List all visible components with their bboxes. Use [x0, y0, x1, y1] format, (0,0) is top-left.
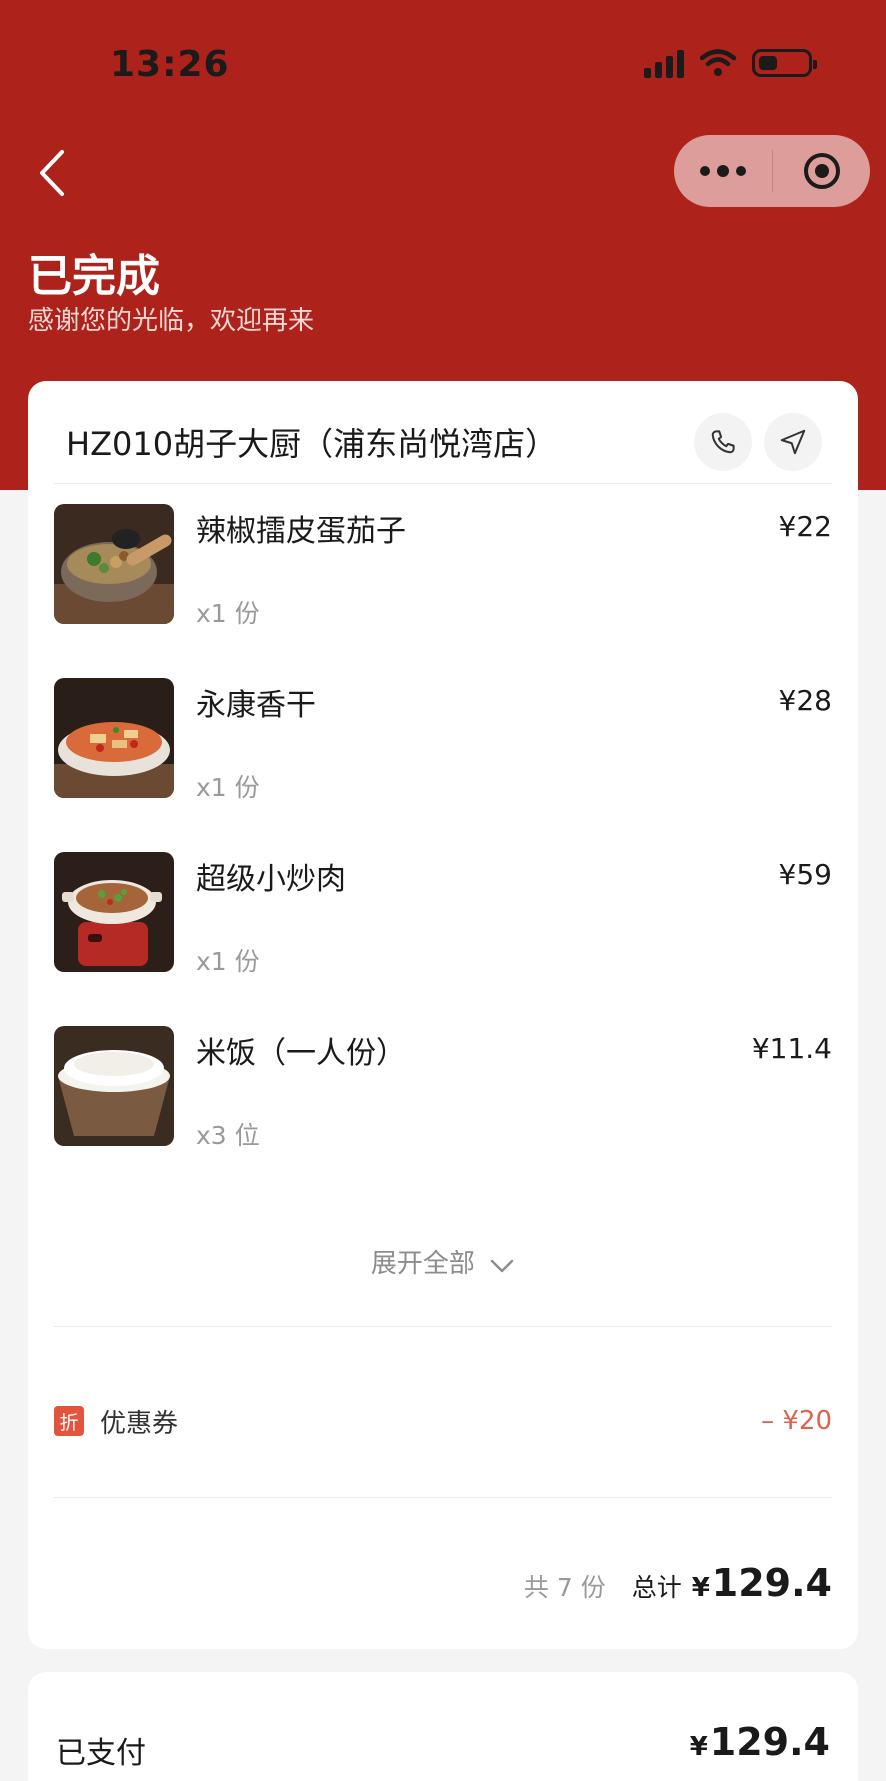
expand-all-label: 展开全部	[370, 1249, 475, 1279]
item-quantity: x1 份	[196, 773, 260, 802]
item-name: 永康香干	[196, 688, 316, 723]
chevron-left-icon	[40, 150, 64, 196]
mini-program-capsule	[674, 135, 870, 207]
chevron-down-icon	[490, 1259, 514, 1273]
divider	[54, 1497, 832, 1498]
paid-amount-row: ¥129.4	[690, 1720, 830, 1764]
navigate-button[interactable]	[764, 413, 822, 471]
item-price: ¥22	[778, 510, 832, 543]
battery-icon	[752, 49, 817, 77]
item-quantity: x1 份	[196, 947, 260, 976]
total-label: 总计	[631, 1573, 682, 1602]
order-status-title: 已完成	[28, 251, 160, 302]
item-name: 米饭（一人份）	[196, 1036, 406, 1071]
coupon-label: 优惠券	[100, 1408, 179, 1439]
item-price: ¥11.4	[751, 1032, 832, 1065]
order-status-subtitle: 感谢您的光临，欢迎再来	[28, 306, 315, 336]
dish-image	[54, 1026, 174, 1146]
wifi-icon	[700, 49, 736, 76]
total-amount: 129.4	[711, 1561, 832, 1605]
back-button[interactable]	[34, 146, 74, 200]
discount-badge: 折	[54, 1406, 84, 1436]
dish-image	[54, 504, 174, 624]
order-card: HZ010胡子大厨（浦东尚悦湾店） 辣椒擂皮蛋茄子 x1 份 ¥22 永康香干 …	[28, 381, 858, 1649]
item-count: 共 7 份	[523, 1573, 606, 1602]
currency-symbol: ¥	[689, 1732, 708, 1762]
order-item: 超级小炒肉 x1 份 ¥59	[54, 852, 832, 976]
store-name[interactable]: HZ010胡子大厨（浦东尚悦湾店）	[66, 419, 682, 465]
item-price: ¥59	[778, 858, 832, 891]
coupon-value: – ¥20	[761, 1406, 832, 1436]
coupon-row: 折 优惠券 – ¥20	[54, 1401, 832, 1441]
paid-label: 已支付	[56, 1736, 146, 1771]
navigation-icon	[780, 429, 806, 455]
more-button[interactable]	[674, 135, 772, 207]
paid-amount: 129.4	[709, 1720, 830, 1764]
currency-symbol: ¥	[691, 1573, 710, 1603]
store-row: HZ010胡子大厨（浦东尚悦湾店）	[66, 411, 822, 473]
divider	[54, 1326, 832, 1327]
item-quantity: x3 位	[196, 1121, 260, 1150]
status-time: 13:26	[110, 44, 230, 85]
target-icon	[803, 153, 840, 189]
signal-icon	[644, 48, 684, 78]
order-item: 永康香干 x1 份 ¥28	[54, 678, 832, 802]
item-price: ¥28	[778, 684, 832, 717]
expand-all-button[interactable]: 展开全部	[28, 1243, 858, 1280]
order-total-row: 共 7 份 总计 ¥ 129.4	[524, 1561, 832, 1605]
item-quantity: x1 份	[196, 599, 260, 628]
order-item: 辣椒擂皮蛋茄子 x1 份 ¥22	[54, 504, 832, 628]
item-name: 超级小炒肉	[196, 862, 346, 897]
divider	[54, 483, 832, 484]
payment-card: 已支付 ¥129.4	[28, 1672, 858, 1781]
dish-image	[54, 678, 174, 798]
close-button[interactable]	[773, 135, 870, 207]
call-button[interactable]	[694, 413, 752, 471]
status-icons	[644, 48, 817, 78]
dish-image	[54, 852, 174, 972]
order-item: 米饭（一人份） x3 位 ¥11.4	[54, 1026, 832, 1150]
item-name: 辣椒擂皮蛋茄子	[196, 514, 406, 549]
phone-icon	[711, 430, 735, 454]
